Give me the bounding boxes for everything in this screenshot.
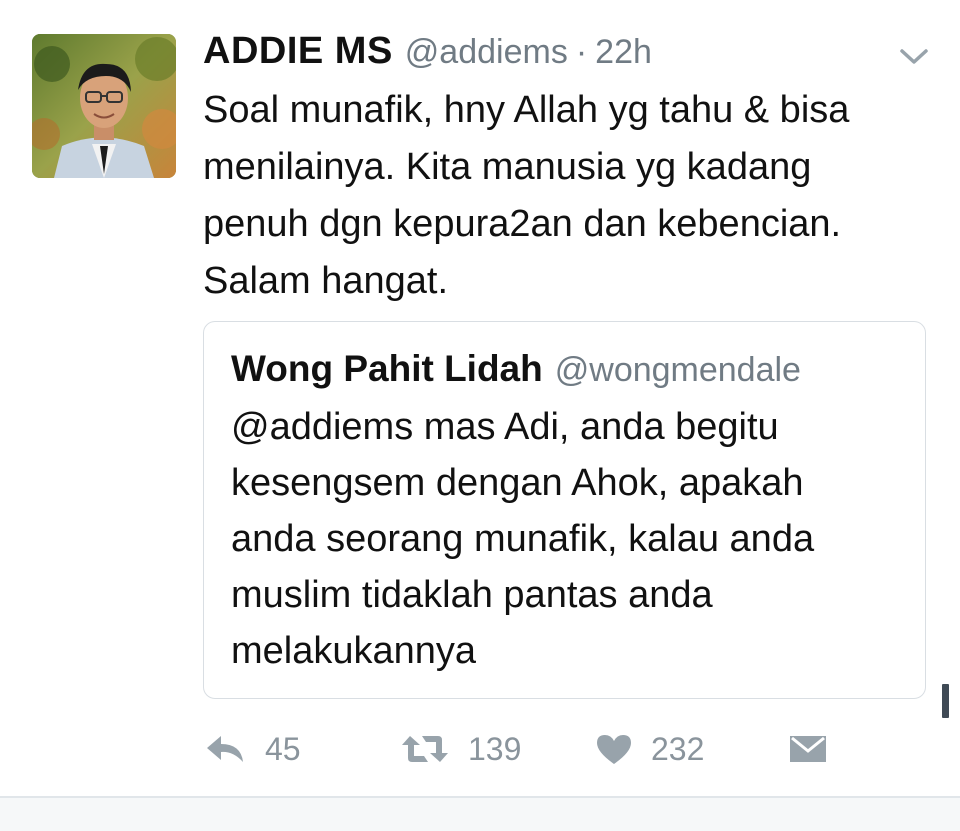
quoted-text-line: @addiems mas Adi, anda begitu	[231, 406, 779, 448]
quoted-tweet-text: @addiems mas Adi, anda begitu kesengsem …	[231, 399, 911, 679]
quoted-text-line: anda seorang munafik, kalau anda	[231, 518, 815, 560]
retweet-icon	[402, 736, 448, 762]
tweet[interactable]: ADDIE MS @addiems · 22h Soal munafik, hn…	[0, 0, 960, 796]
reply-count: 45	[265, 730, 301, 767]
author-display-name[interactable]: ADDIE MS	[203, 30, 393, 73]
tweet-text-line: penuh dgn kepura2an dan kebencian.	[203, 203, 842, 245]
avatar[interactable]	[32, 34, 176, 178]
tweet-text-line: Salam hangat.	[203, 260, 449, 302]
user-avatar-photo	[32, 34, 176, 178]
chevron-down-icon	[900, 49, 928, 64]
scrollbar-thumb[interactable]	[942, 684, 949, 718]
quoted-tweet-header: Wong Pahit Lidah @wongmendale	[231, 348, 801, 390]
quoted-author-display-name: Wong Pahit Lidah	[231, 348, 543, 389]
retweet-button[interactable]: 139	[400, 726, 521, 772]
quoted-text-line: kesengsem dengan Ahok, apakah	[231, 462, 804, 504]
author-handle[interactable]: @addiems	[405, 33, 568, 72]
reply-icon	[207, 736, 243, 762]
tweet-menu-button[interactable]	[898, 46, 930, 68]
tweet-actions: 45 139 232	[203, 726, 843, 772]
retweet-count: 139	[468, 730, 522, 767]
quoted-tweet[interactable]: Wong Pahit Lidah @wongmendale @addiems m…	[203, 321, 926, 699]
quoted-author-handle: @wongmendale	[554, 351, 801, 389]
heart-icon	[597, 735, 631, 764]
envelope-icon	[790, 736, 826, 762]
like-count: 232	[651, 730, 705, 767]
tweet-header: ADDIE MS @addiems · 22h	[203, 30, 652, 74]
tweet-text: Soal munafik, hny Allah yg tahu & bisa m…	[203, 82, 943, 310]
like-button[interactable]: 232	[595, 726, 704, 772]
header-separator: ·	[575, 33, 588, 71]
tweet-text-line: Soal munafik, hny Allah yg tahu & bisa	[203, 89, 850, 131]
quoted-text-line: melakukannya	[231, 630, 477, 672]
tweet-timestamp[interactable]: 22h	[595, 33, 652, 72]
reply-button[interactable]: 45	[203, 726, 301, 772]
tweet-text-line: menilainya. Kita manusia yg kadang	[203, 146, 812, 188]
next-tweet-area	[0, 798, 960, 831]
quoted-text-line: muslim tidaklah pantas anda	[231, 574, 713, 616]
direct-message-button[interactable]	[788, 726, 828, 772]
